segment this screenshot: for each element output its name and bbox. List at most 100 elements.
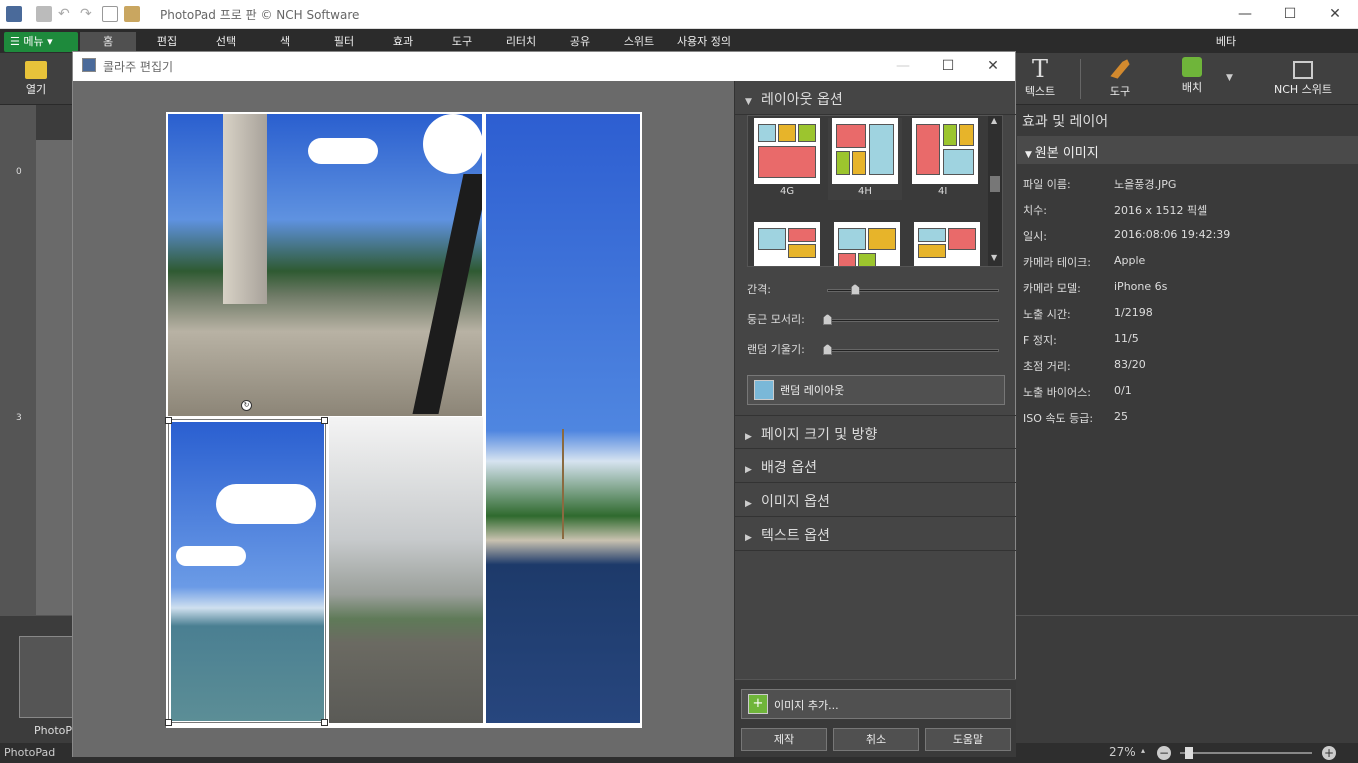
random-layout-button[interactable]: 랜덤 레이아웃 [747,375,1005,405]
zoom-in-icon[interactable]: + [1322,746,1336,760]
triangle-right-icon: ▶ [745,499,752,509]
minimize-button[interactable]: — [1230,4,1260,24]
text-button[interactable]: T 텍스트 [1020,57,1060,99]
text-options-section[interactable]: ▶ 텍스트 옵션 [735,517,1016,551]
layout-cell [838,253,856,266]
layout-tile-label: 4I [938,186,948,197]
tab-suite[interactable]: 스위트 [612,32,666,52]
cancel-button[interactable]: 취소 [833,728,919,751]
layout-thumbnail[interactable] [834,222,900,266]
selection-handle[interactable] [321,719,328,726]
layout-thumbnail[interactable] [754,222,820,266]
scroll-down-icon[interactable]: ▼ [991,253,997,262]
layout-cell [943,124,957,146]
add-image-button[interactable]: + 이미지 추가... [741,689,1011,719]
dialog-maximize-button[interactable]: ☐ [933,56,963,76]
zoom-out-icon[interactable]: − [1157,746,1171,760]
close-button[interactable]: ✕ [1320,4,1350,24]
layout-options-header[interactable]: ▼ 레이아웃 옵션 [735,81,1016,115]
triangle-down-icon: ▼ [1025,150,1035,160]
rotate-handle-icon[interactable]: ↻ [241,400,252,411]
slider-knob[interactable] [850,284,860,295]
collage-photo-pier[interactable] [329,417,483,723]
property-value: 25 [1114,410,1128,423]
collage-page[interactable]: ↻ [165,112,642,728]
tab-edit[interactable]: 편집 [140,32,194,52]
tab-effects[interactable]: 효과 [376,32,430,52]
tab-tools[interactable]: 도구 [434,32,490,52]
original-image-section[interactable]: ▼ 원본 이미지 [1017,136,1358,164]
cloud-shape [423,114,482,174]
chevron-up-icon[interactable]: ▴ [1141,746,1145,755]
tools-button[interactable]: 도구 [1098,57,1142,99]
background-options-section[interactable]: ▶ 배경 옵션 [735,449,1016,483]
make-button[interactable]: 제작 [741,728,827,751]
section-label: 텍스트 옵션 [761,528,830,544]
tab-color[interactable]: 색 [258,32,312,52]
dialog-title: 콜라주 편집기 [103,60,174,74]
layout-tile-4i[interactable]: 4I [908,118,982,200]
slider-track[interactable] [827,349,999,352]
triangle-right-icon: ▶ [745,432,752,442]
zoom-level[interactable]: 27% [1109,745,1136,759]
selection-handle[interactable] [321,417,328,424]
copy-icon[interactable] [102,6,118,22]
maximize-button[interactable]: ☐ [1275,4,1305,24]
dialog-minimize-button[interactable]: — [888,56,918,76]
scroll-up-icon[interactable]: ▲ [991,116,997,125]
layout-tile-4h[interactable]: 4H [828,118,902,200]
filmstrip-thumbnail[interactable] [19,636,75,718]
property-key: 노출 바이어스: [1023,386,1091,399]
property-key: ISO 속도 등급: [1023,412,1094,425]
layout-tile-label: 4G [780,186,795,197]
tab-retouch[interactable]: 리터치 [494,32,548,52]
ruler-mark: 3 [16,413,22,423]
redo-icon[interactable]: ↷ [80,6,96,22]
layout-cell [758,228,786,250]
slider-track[interactable] [827,319,999,322]
dialog-close-button[interactable]: ✕ [978,56,1008,76]
image-options-section[interactable]: ▶ 이미지 옵션 [735,483,1016,517]
tab-filter[interactable]: 필터 [316,32,372,52]
collage-canvas[interactable]: ↻ [73,81,734,757]
open-button[interactable]: 열기 [14,57,58,97]
menu-label: 메뉴 [23,35,44,48]
paste-icon[interactable] [124,6,140,22]
help-button[interactable]: 도움말 [925,728,1011,751]
selection-frame [168,419,326,723]
main-canvas[interactable] [36,140,76,615]
triangle-down-icon: ▼ [745,97,752,107]
zoom-slider-knob[interactable] [1185,747,1193,759]
save-icon[interactable] [36,6,52,22]
triangle-right-icon: ▶ [745,465,752,475]
menu-button[interactable]: ☰ 메뉴 ▾ [4,32,78,52]
selection-handle[interactable] [165,719,172,726]
slider-knob[interactable] [823,344,832,355]
scroll-thumb[interactable] [990,176,1000,192]
vertical-ruler: 0 3 [0,105,36,615]
property-key: 파일 이름: [1023,178,1071,191]
layout-thumbnail[interactable] [914,222,980,266]
section-label: 원본 이미지 [1034,146,1099,161]
ruler-mark: 0 [16,167,22,177]
collage-photo-boat[interactable] [486,114,640,723]
tab-customize[interactable]: 사용자 정의 [670,32,738,52]
selection-handle[interactable] [165,417,172,424]
effects-panel-title: 효과 및 레이어 [1022,114,1109,130]
layout-cell [798,124,816,142]
arrange-button[interactable]: 배치 [1170,57,1214,95]
chevron-down-icon[interactable]: ▼ [1226,73,1233,83]
undo-icon[interactable]: ↶ [58,6,74,22]
layout-scrollbar[interactable]: ▲ ▼ [988,116,1002,266]
layout-cell [852,151,866,175]
collage-photo-pelicans[interactable] [168,114,482,416]
tab-share[interactable]: 공유 [552,32,608,52]
tab-select[interactable]: 선택 [198,32,254,52]
tab-home[interactable]: 홈 [80,32,136,52]
beta-label: 베타 [1215,35,1237,48]
nch-suite-button[interactable]: NCH 스위트 [1268,57,1338,97]
zoom-slider[interactable] [1180,752,1312,754]
page-size-section[interactable]: ▶ 페이지 크기 및 방향 [735,415,1016,449]
slider-knob[interactable] [823,314,832,325]
layout-tile-4g[interactable]: 4G [750,118,824,200]
